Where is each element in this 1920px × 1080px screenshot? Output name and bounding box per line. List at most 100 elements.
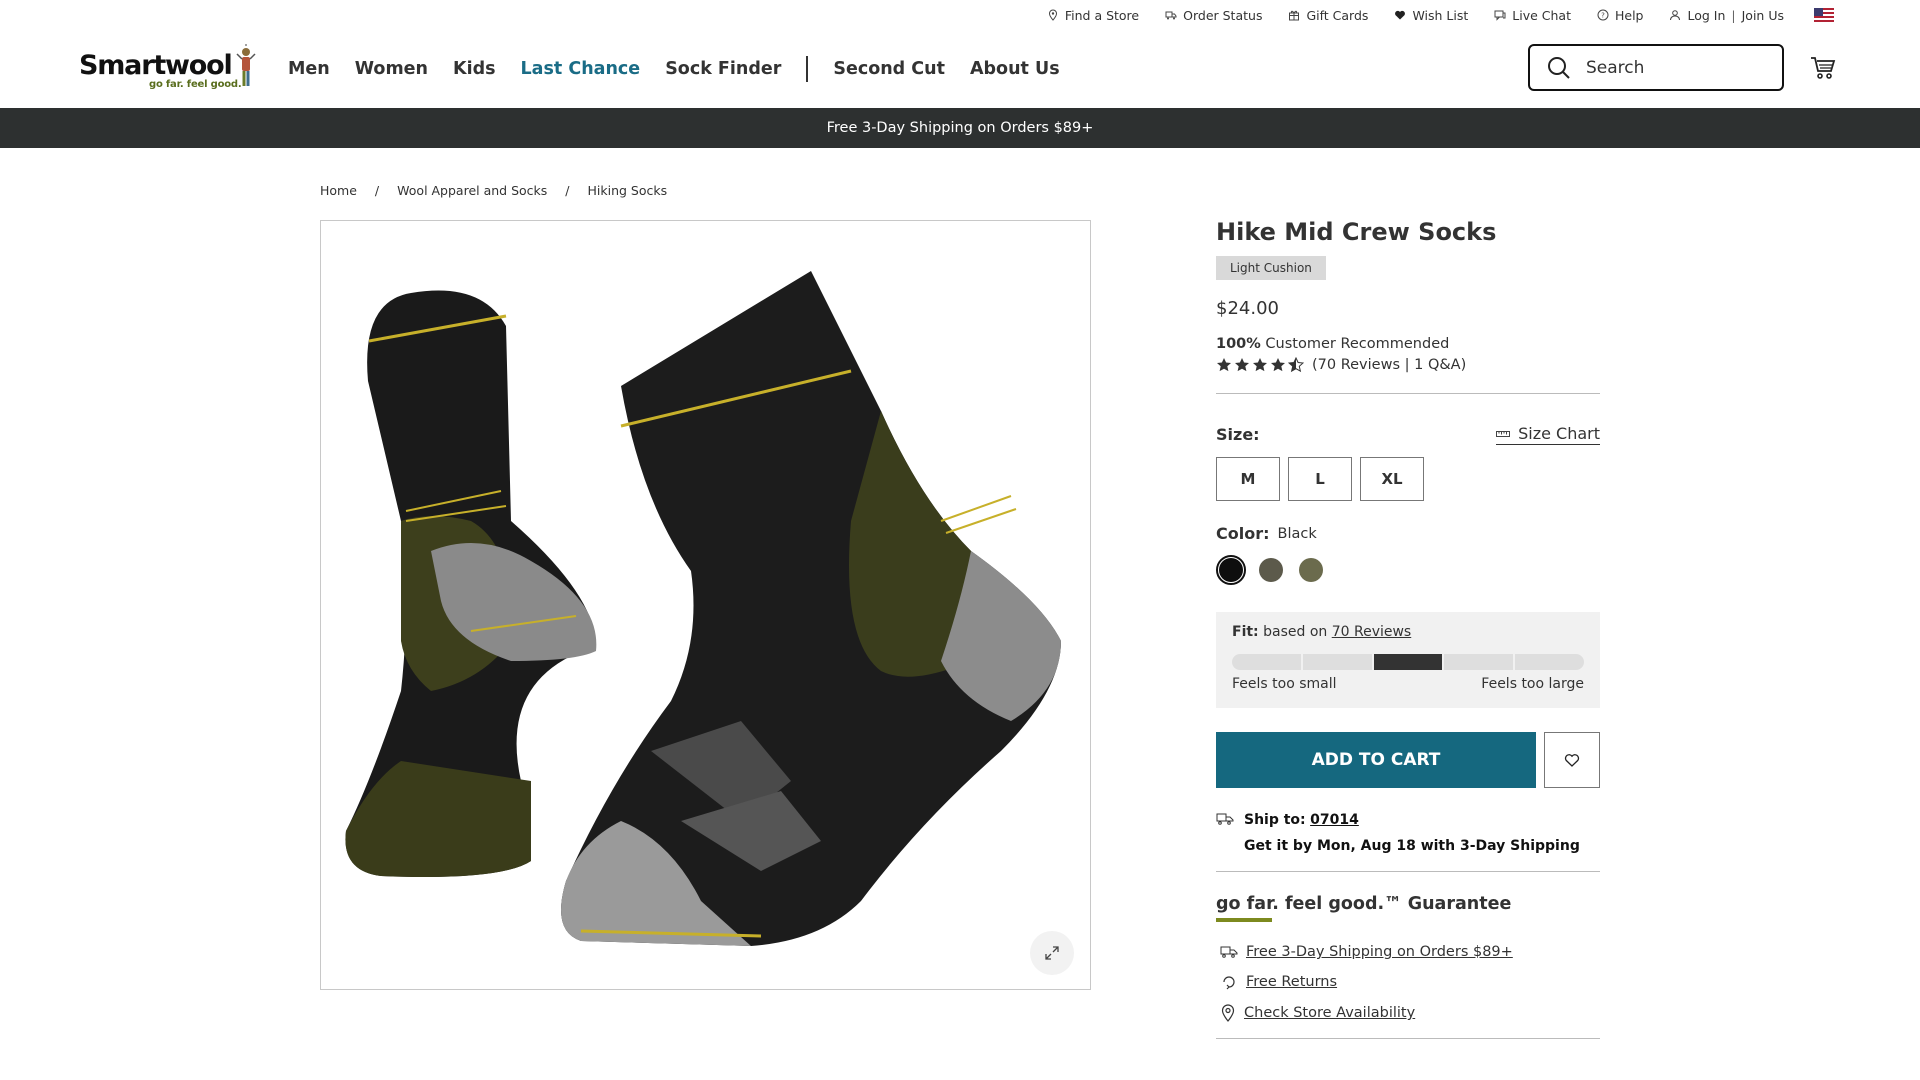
product-title: Hike Mid Crew Socks [1216,218,1497,246]
star-full-icon [1271,358,1285,372]
smartwool-logo[interactable]: Smartwool go far. feel good. [79,44,257,94]
wish-list-link[interactable]: Wish List [1394,8,1468,23]
recommend-line: 100% Customer Recommended [1216,336,1600,352]
truck-icon [1216,813,1234,825]
color-header: Color: Black [1216,524,1600,543]
gift-cards-link[interactable]: Gift Cards [1288,8,1368,23]
utility-bar: Find a Store Order Status Gift Cards Wis… [1047,0,1920,30]
size-header: Size: Size Chart [1216,424,1600,445]
size-option-l[interactable]: L [1288,457,1352,501]
search-icon[interactable] [1546,55,1572,81]
reviews-count: (70 Reviews | 1 Q&A) [1312,357,1467,373]
help-link[interactable]: ? Help [1597,7,1644,23]
ruler-icon [1496,430,1511,437]
gift-cards-label: Gift Cards [1306,7,1369,23]
divider [1216,871,1600,872]
live-chat-link[interactable]: Live Chat [1494,8,1571,23]
nav-about-us[interactable]: About Us [970,59,1060,79]
product-info: Hike Mid Crew Socks Light Cushion $24.00… [1216,218,1600,1039]
main-nav: Men Women Kids Last Chance Sock Finder S… [288,30,1060,108]
zoom-button[interactable] [1030,931,1074,975]
return-arrow-icon [1223,976,1235,990]
breadcrumb-category[interactable]: Wool Apparel and Socks [397,183,547,198]
nav-second-cut[interactable]: Second Cut [833,59,945,79]
color-value: Black [1277,525,1317,542]
svg-text:?: ? [1601,12,1605,20]
log-in-link[interactable]: Log In [1687,8,1725,23]
cart-icon[interactable] [1810,55,1836,81]
perk-free-shipping[interactable]: Free 3-Day Shipping on Orders $89+ [1216,944,1600,960]
fit-panel: Fit: based on 70 Reviews Feels too small… [1216,612,1600,708]
chat-icon [1494,10,1506,21]
join-us-link[interactable]: Join Us [1742,8,1784,23]
breadcrumb-separator: / [374,183,380,198]
perk-free-returns[interactable]: Free Returns [1216,974,1600,990]
site-header: Smartwool go far. feel good. Men Women K… [0,30,1920,108]
nav-men[interactable]: Men [288,59,330,79]
us-flag-icon[interactable] [1814,8,1834,22]
size-chart-label: Size Chart [1518,424,1600,443]
swatch-color [1259,558,1283,582]
ship-to-label: Ship to: [1244,812,1306,828]
add-to-cart-button[interactable]: ADD TO CART [1216,732,1536,788]
zip-code-link[interactable]: 07014 [1310,812,1359,828]
logo-wordmark: Smartwool [79,50,233,81]
swatch-color [1219,558,1243,582]
swatch-color [1299,558,1323,582]
cushion-badge: Light Cushion [1216,256,1326,280]
nav-women[interactable]: Women [355,59,428,79]
account-separator: | [1731,7,1736,23]
swatch-olive[interactable] [1296,555,1326,585]
perk-store-availability-label: Check Store Availability [1244,1005,1416,1021]
location-pin-icon [1048,9,1057,21]
breadcrumb-current[interactable]: Hiking Socks [588,183,668,198]
recommend-percent: 100% [1216,336,1261,352]
swatch-charcoal[interactable] [1256,555,1286,585]
search-input[interactable] [1586,57,1766,78]
star-full-icon [1217,358,1231,372]
product-price: $24.00 [1216,298,1279,319]
nav-last-chance[interactable]: Last Chance [521,59,641,79]
size-option-m[interactable]: M [1216,457,1280,501]
heart-filled-icon [1395,10,1406,20]
fit-scale-labels: Feels too small Feels too large [1232,676,1584,692]
perk-free-shipping-label: Free 3-Day Shipping on Orders $89+ [1246,944,1513,960]
star-rating [1216,357,1304,373]
search-box [1528,44,1784,91]
expand-icon [1045,946,1059,960]
fit-large-label: Feels too large [1481,676,1584,692]
fit-small-label: Feels too small [1232,676,1337,692]
size-label: Size: [1216,425,1260,444]
delivery-estimate: Get it by Mon, Aug 18 with 3-Day Shippin… [1244,838,1580,854]
swatch-black[interactable] [1216,555,1246,585]
divider [1216,1038,1600,1039]
fit-label: Fit: [1232,624,1259,640]
promo-banner[interactable]: Free 3-Day Shipping on Orders $89+ [0,108,1920,148]
order-status-label: Order Status [1183,7,1263,23]
fit-segment [1515,654,1584,670]
color-label: Color: [1216,524,1270,543]
fit-scale [1232,654,1584,670]
find-store-link[interactable]: Find a Store [1047,8,1139,23]
nav-sock-finder[interactable]: Sock Finder [665,59,781,79]
fit-segment-selected [1373,654,1443,670]
account-links: Log In | Join Us [1669,8,1784,23]
order-status-link[interactable]: Order Status [1165,8,1262,23]
star-full-icon [1235,358,1249,372]
nav-kids[interactable]: Kids [453,59,496,79]
find-store-label: Find a Store [1064,7,1140,23]
product-image[interactable] [320,220,1091,990]
sheep-mascot-icon [236,44,256,86]
rating-row[interactable]: (70 Reviews | 1 Q&A) [1216,357,1600,373]
sock-pair-image [345,271,1061,946]
breadcrumb-home[interactable]: Home [320,183,357,198]
user-icon [1670,10,1681,21]
fit-reviews-link[interactable]: 70 Reviews [1332,624,1412,640]
add-to-wishlist-button[interactable] [1544,732,1600,788]
perk-store-availability[interactable]: Check Store Availability [1216,1004,1600,1022]
cart-actions: ADD TO CART [1216,732,1600,788]
fit-summary: Fit: based on 70 Reviews [1232,624,1584,640]
size-chart-link[interactable]: Size Chart [1496,424,1600,445]
size-option-xl[interactable]: XL [1360,457,1424,501]
help-label: Help [1614,7,1644,23]
